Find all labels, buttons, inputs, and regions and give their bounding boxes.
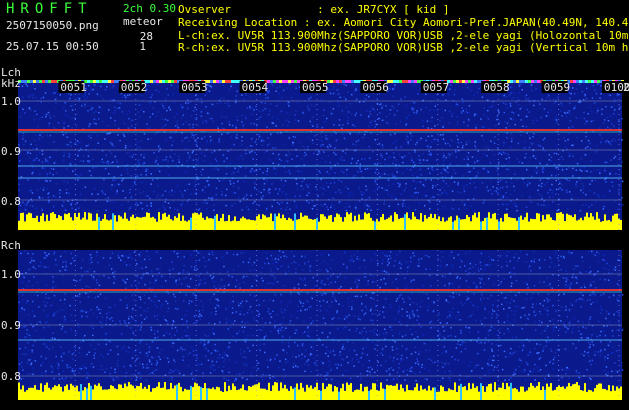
lch-ytick-1-0: 1.0	[1, 95, 21, 108]
rch-meteor-count: 1	[139, 40, 146, 53]
lch-unit: kHz	[1, 77, 21, 90]
rch-info: R-ch:ex. UV5R 113.900Mhz(SAPPORO VOR)USB…	[178, 41, 629, 54]
time-label-0051: 0051	[60, 81, 87, 94]
meteor-label: meteor	[123, 15, 163, 28]
time-label-0059: 0059	[544, 81, 571, 94]
time-label-0053: 0053	[181, 81, 208, 94]
hrofft-window: 0051 0052 0053 0054 0055 0056 0057 0058 0059 0100…	[0, 0, 629, 410]
time-label-0052: 0052	[121, 81, 148, 94]
time-label-edge: 2	[623, 81, 629, 94]
lch-ytick-0-8: 0.8	[1, 195, 21, 208]
time-label-0055: 0055	[302, 81, 329, 94]
time-label-0056: 0056	[362, 81, 389, 94]
lch-info: L-ch:ex. UV5R 113.900Mhz(SAPPORO VOR)USB…	[178, 29, 629, 42]
rch-ytick-1-0: 1.0	[1, 268, 21, 281]
rch-ytick-0-9: 0.9	[1, 319, 21, 332]
app-title: HROFFT	[6, 1, 93, 17]
location-info: Receiving Location : ex. Aomori City Aom…	[178, 16, 629, 29]
channel-mode: 2ch 0.30	[123, 2, 176, 15]
time-label-0054: 0054	[242, 81, 269, 94]
rch-ytick-0-8: 0.8	[1, 370, 21, 383]
lch-background	[18, 80, 622, 230]
time-label-0057: 0057	[423, 81, 450, 94]
lch-ytick-0-9: 0.9	[1, 145, 21, 158]
file-name: 2507150050.png	[6, 19, 99, 32]
spectrogram-canvas: 0051 0052 0053 0054 0055 0056 0057 0058 0059 0100…	[18, 80, 629, 400]
rch-label: Rch	[1, 239, 21, 252]
time-label-0058: 0058	[483, 81, 510, 94]
lch-spectrogram	[18, 80, 624, 230]
observer-info: Ovserver : ex. JR7CYX [ kid ]	[178, 3, 450, 16]
datetime: 25.07.15 00:50	[6, 40, 99, 53]
